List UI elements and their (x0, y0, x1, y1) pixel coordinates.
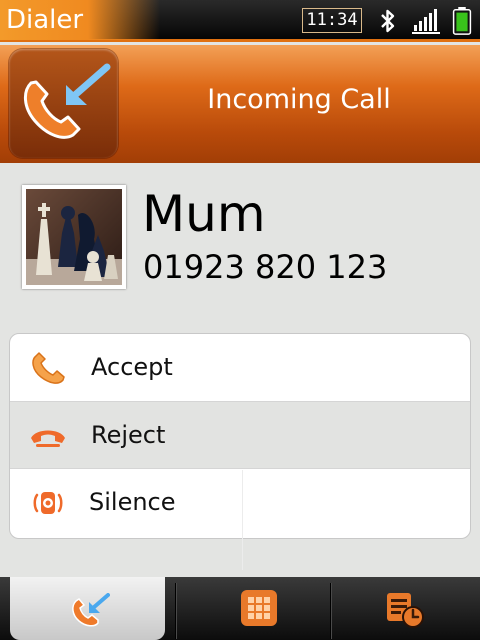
header-title: Incoming Call (207, 84, 391, 115)
chess-pieces-photo (26, 189, 122, 285)
reject-button[interactable]: Reject (10, 401, 470, 469)
phone-accept-icon (32, 352, 65, 384)
silence-ringer-icon (33, 492, 63, 514)
keypad-icon (241, 590, 277, 626)
incoming-call-icon (72, 593, 110, 627)
call-header: Incoming Call (0, 45, 480, 163)
accept-button[interactable]: Accept (10, 334, 470, 401)
silence-button[interactable]: Silence (10, 468, 470, 536)
phone-reject-icon (31, 430, 65, 447)
call-log-icon (387, 593, 424, 628)
clock: 11:34 (302, 8, 362, 33)
app-title: Dialer (0, 0, 160, 40)
status-bar: Dialer 11:34 (0, 0, 480, 42)
silence-label: Silence (89, 488, 176, 516)
tab-keypad[interactable] (176, 577, 330, 640)
accept-label: Accept (91, 353, 173, 381)
bluetooth-icon (381, 9, 395, 33)
contact-name: Mum (142, 185, 266, 243)
contact-number: 01923 820 123 (143, 248, 388, 286)
incoming-call-icon (24, 63, 111, 139)
call-type-tile (9, 49, 118, 158)
contact-avatar (22, 185, 126, 289)
signal-icon (412, 9, 440, 34)
bottom-tab-bar (0, 577, 480, 640)
call-actions-list: Accept Reject Silence (9, 333, 471, 539)
tab-call-log[interactable] (331, 577, 480, 640)
tab-incoming-call[interactable] (10, 577, 165, 640)
reject-label: Reject (91, 421, 166, 449)
divider (242, 470, 243, 570)
battery-icon (452, 7, 472, 35)
